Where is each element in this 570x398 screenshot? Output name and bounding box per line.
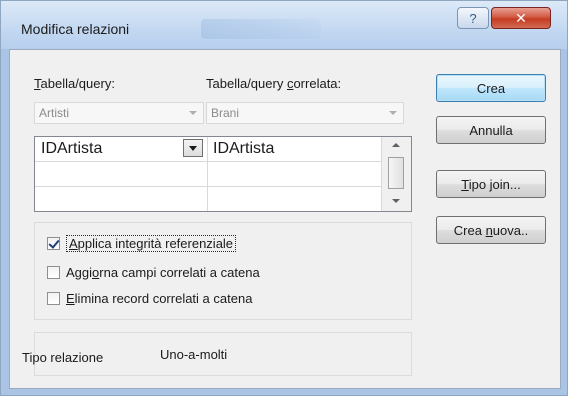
chevron-down-icon xyxy=(389,111,397,115)
related-table-query-combo[interactable]: Brani xyxy=(206,102,404,124)
chevron-down-icon xyxy=(189,111,197,115)
table-query-value: Artisti xyxy=(39,106,69,120)
create-button-label: Crea xyxy=(476,80,506,96)
integrity-options-group: Applica integrità referenziale Aggiorna … xyxy=(34,222,412,320)
close-button[interactable]: ✕ xyxy=(491,7,551,29)
cascade-delete-checkbox[interactable] xyxy=(47,292,60,305)
cascade-update-checkbox-row[interactable]: Aggiorna campi correlati a catena xyxy=(47,265,260,280)
scroll-up-icon[interactable] xyxy=(392,143,400,147)
grid-scrollbar[interactable] xyxy=(381,137,411,211)
table-query-combo[interactable]: Artisti xyxy=(34,102,204,124)
create-button[interactable]: Crea xyxy=(436,74,546,102)
help-icon: ? xyxy=(469,10,477,26)
column-divider xyxy=(207,137,208,211)
table-query-label: Tabella/query: xyxy=(34,76,115,91)
cancel-button[interactable]: Annulla xyxy=(436,116,546,144)
integrity-checkbox[interactable] xyxy=(47,237,60,250)
title-background-glass xyxy=(201,19,321,39)
scroll-thumb[interactable] xyxy=(388,157,404,189)
close-icon: ✕ xyxy=(515,9,527,26)
grid-row[interactable] xyxy=(35,187,381,211)
related-table-query-label: Tabella/query correlata: xyxy=(206,76,342,91)
dialog-title: Modifica relazioni xyxy=(21,21,130,37)
cascade-delete-checkbox-row[interactable]: Elimina record correlati a catena xyxy=(47,291,252,306)
field-dropdown-button[interactable] xyxy=(183,139,203,157)
scroll-down-icon[interactable] xyxy=(392,199,400,203)
grid-left-field[interactable]: IDArtista xyxy=(41,140,102,158)
create-new-button-label: Crea nuova.. xyxy=(453,222,529,238)
grid-row[interactable]: IDArtista IDArtista xyxy=(35,137,381,162)
integrity-label: Applica integrità referenziale xyxy=(66,235,237,252)
create-new-button[interactable]: Crea nuova.. xyxy=(436,216,546,244)
grid-right-field[interactable]: IDArtista xyxy=(213,140,274,158)
relation-type-value: Uno-a-molti xyxy=(160,347,228,362)
join-type-button-label: Tipo join... xyxy=(461,176,521,192)
fields-grid: IDArtista IDArtista xyxy=(34,136,412,212)
dialog-window: Modifica relazioni ? ✕ Tabella/query: Ta… xyxy=(0,0,568,396)
grid-row[interactable] xyxy=(35,162,381,187)
cascade-delete-label: Elimina record correlati a catena xyxy=(66,291,253,306)
help-button[interactable]: ? xyxy=(457,7,489,29)
join-type-button[interactable]: Tipo join... xyxy=(436,170,546,198)
title-bar[interactable]: Modifica relazioni ? ✕ xyxy=(1,1,567,49)
cancel-button-label: Annulla xyxy=(469,122,513,138)
integrity-checkbox-row[interactable]: Applica integrità referenziale xyxy=(47,235,237,252)
cascade-update-label: Aggiorna campi correlati a catena xyxy=(66,265,260,280)
related-table-query-value: Brani xyxy=(211,106,240,120)
relation-type-label: Tipo relazione xyxy=(22,350,104,365)
cascade-update-checkbox[interactable] xyxy=(47,266,60,279)
dialog-body: Tabella/query: Tabella/query correlata: … xyxy=(9,49,561,389)
